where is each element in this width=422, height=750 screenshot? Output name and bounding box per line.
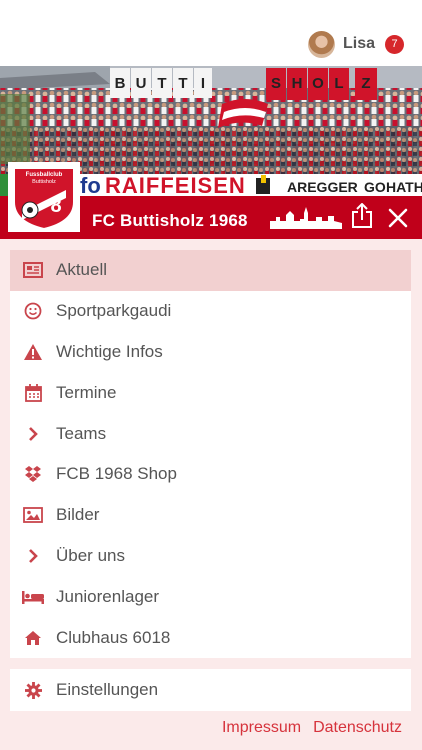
svg-text:GO: GO [364,179,386,195]
menu-item-juniorenlager[interactable]: Juniorenlager [10,576,411,617]
notification-badge[interactable]: 7 [385,34,404,54]
menu-item-shop[interactable]: FCB 1968 Shop [10,454,411,495]
svg-text:L: L [334,75,343,92]
gear-icon [10,681,56,699]
close-icon[interactable] [386,206,410,230]
image-icon [10,507,56,524]
user-profile[interactable]: Lisa 7 [307,30,404,58]
share-icon[interactable] [350,203,374,229]
top-bar: Lisa 7 [0,0,422,66]
svg-text:S: S [271,75,281,92]
user-name[interactable]: Lisa [343,35,375,53]
impressum-link[interactable]: Impressum [222,719,301,737]
svg-text:8: 8 [50,195,61,217]
menu-item-ueber-uns[interactable]: Über uns [10,536,411,577]
bed-icon [10,590,56,604]
menu-item-label: Teams [56,423,107,443]
footer-links: Impressum Datenschutz [222,719,402,737]
logo-text-sub: Buttisholz [32,179,56,185]
settings-button[interactable]: Einstellungen [10,669,411,711]
menu-item-label: Über uns [56,545,125,565]
svg-text:AREGGER: AREGGER [287,179,358,195]
datenschutz-link[interactable]: Datenschutz [313,719,402,737]
menu-item-label: Juniorenlager [56,586,160,606]
svg-text:RAIFFEISEN: RAIFFEISEN [105,173,246,196]
menu-item-label: Aktuell [56,260,108,280]
avatar[interactable] [307,30,335,58]
village-skyline-icon [270,207,342,229]
menu-item-clubhaus[interactable]: Clubhaus 6018 [10,617,411,658]
navigation-menu: Aktuell Sportparkgaudi Wichtige Infos Te… [10,250,411,658]
dropbox-icon [10,465,56,483]
svg-text:T: T [157,75,166,92]
menu-item-label: FCB 1968 Shop [56,464,177,484]
club-name: FC Buttisholz 1968 [92,211,248,230]
menu-item-wichtige-infos[interactable]: Wichtige Infos [10,332,411,373]
warning-icon [10,343,56,360]
svg-text:Z: Z [361,75,370,92]
newspaper-icon [10,262,56,279]
chevron-right-icon [10,426,56,441]
menu-item-bilder[interactable]: Bilder [10,495,411,536]
menu-item-label: Wichtige Infos [56,341,163,361]
svg-text:I: I [201,75,205,92]
menu-item-aktuell[interactable]: Aktuell [10,250,411,291]
menu-item-label: Bilder [56,505,100,525]
menu-item-label: Termine [56,382,117,402]
smiley-icon [10,302,56,320]
menu-item-termine[interactable]: Termine [10,372,411,413]
menu-item-label: Clubhaus 6018 [56,627,171,647]
settings-label: Einstellungen [56,680,159,699]
svg-text:U: U [136,75,147,92]
svg-text:fo: fo [80,173,101,196]
home-icon [10,630,56,646]
club-logo: Fussballclub Buttisholz 8 [8,162,80,232]
menu-item-teams[interactable]: Teams [10,413,411,454]
svg-text:O: O [312,75,324,92]
svg-text:HATH: HATH [386,179,422,195]
chevron-right-icon [10,549,56,563]
menu-item-label: Sportparkgaudi [56,301,172,321]
svg-text:B: B [115,75,126,92]
svg-text:H: H [292,75,303,92]
menu-item-sportparkgaudi[interactable]: Sportparkgaudi [10,291,411,332]
logo-text-top: Fussballclub [26,172,63,178]
calendar-icon [10,383,56,402]
svg-text:T: T [178,75,187,92]
